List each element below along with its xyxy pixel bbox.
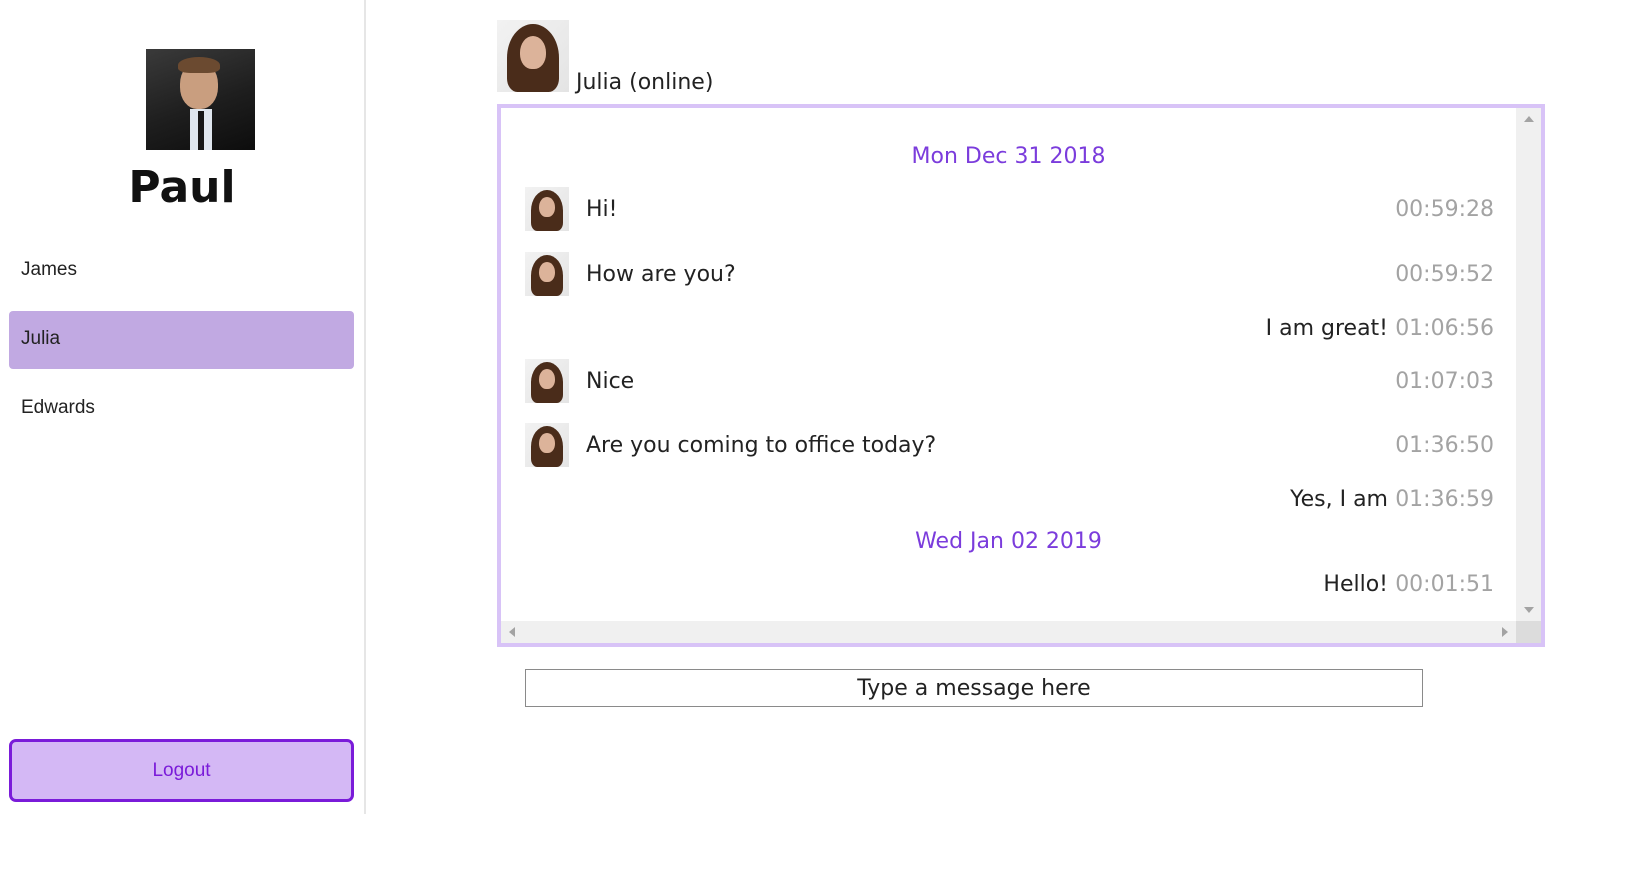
date-separator: Mon Dec 31 2018 — [911, 144, 1106, 169]
contact-item-julia[interactable]: Julia — [9, 311, 354, 369]
contact-name: James — [21, 259, 77, 280]
sidebar: Paul James Julia Edwards Logout — [0, 0, 366, 814]
profile-photo — [146, 49, 255, 150]
profile-photo-tie — [198, 111, 204, 150]
message-avatar — [525, 252, 569, 296]
profile-photo-hair — [178, 57, 220, 73]
message-timestamp: 00:59:28 — [1395, 197, 1494, 222]
message-text: Nice — [586, 369, 635, 394]
message-text: How are you? — [586, 262, 736, 287]
contact-name: Julia — [21, 328, 61, 349]
message-text: I am great! — [1265, 316, 1388, 341]
scroll-right-icon[interactable] — [1502, 627, 1508, 637]
avatar-face — [539, 196, 555, 217]
avatar-face — [539, 261, 555, 282]
scroll-up-icon[interactable] — [1524, 116, 1534, 122]
scroll-left-icon[interactable] — [509, 627, 515, 637]
message-timestamp: 01:36:59 — [1395, 487, 1494, 512]
message-text: Hi! — [586, 197, 618, 222]
message-text: Hello! — [1323, 572, 1388, 597]
contact-list: James Julia Edwards — [9, 242, 354, 449]
messages-panel: Mon Dec 31 2018 Hi! 00:59:28 How are you… — [497, 104, 1545, 647]
message-text: Yes, I am — [1290, 487, 1388, 512]
message-timestamp: 00:01:51 — [1395, 572, 1494, 597]
message-timestamp: 00:59:52 — [1395, 262, 1494, 287]
message-input[interactable] — [525, 669, 1423, 707]
chat-app: Paul James Julia Edwards Logout Julia (o… — [0, 0, 1629, 877]
avatar-face — [520, 35, 546, 69]
message-timestamp: 01:06:56 — [1395, 316, 1494, 341]
scrollbar-corner — [1516, 621, 1541, 643]
message-avatar — [525, 359, 569, 403]
vertical-scrollbar[interactable] — [1516, 108, 1541, 621]
contact-name: Edwards — [21, 397, 95, 418]
avatar-face — [539, 368, 555, 389]
message-avatar — [525, 423, 569, 467]
logout-button[interactable]: Logout — [9, 739, 354, 802]
contact-status: Julia (online) — [576, 70, 714, 95]
horizontal-scrollbar[interactable] — [501, 621, 1516, 643]
message-timestamp: 01:07:03 — [1395, 369, 1494, 394]
messages-area[interactable]: Mon Dec 31 2018 Hi! 00:59:28 How are you… — [501, 108, 1516, 621]
contact-item-edwards[interactable]: Edwards — [9, 380, 354, 438]
message-text: Are you coming to office today? — [586, 433, 937, 458]
message-avatar — [525, 187, 569, 231]
date-separator: Wed Jan 02 2019 — [915, 529, 1102, 554]
avatar-face — [539, 432, 555, 453]
contact-avatar — [497, 20, 569, 92]
contact-item-james[interactable]: James — [9, 242, 354, 300]
scroll-down-icon[interactable] — [1524, 607, 1534, 613]
profile-name: Paul — [128, 162, 236, 213]
message-timestamp: 01:36:50 — [1395, 433, 1494, 458]
